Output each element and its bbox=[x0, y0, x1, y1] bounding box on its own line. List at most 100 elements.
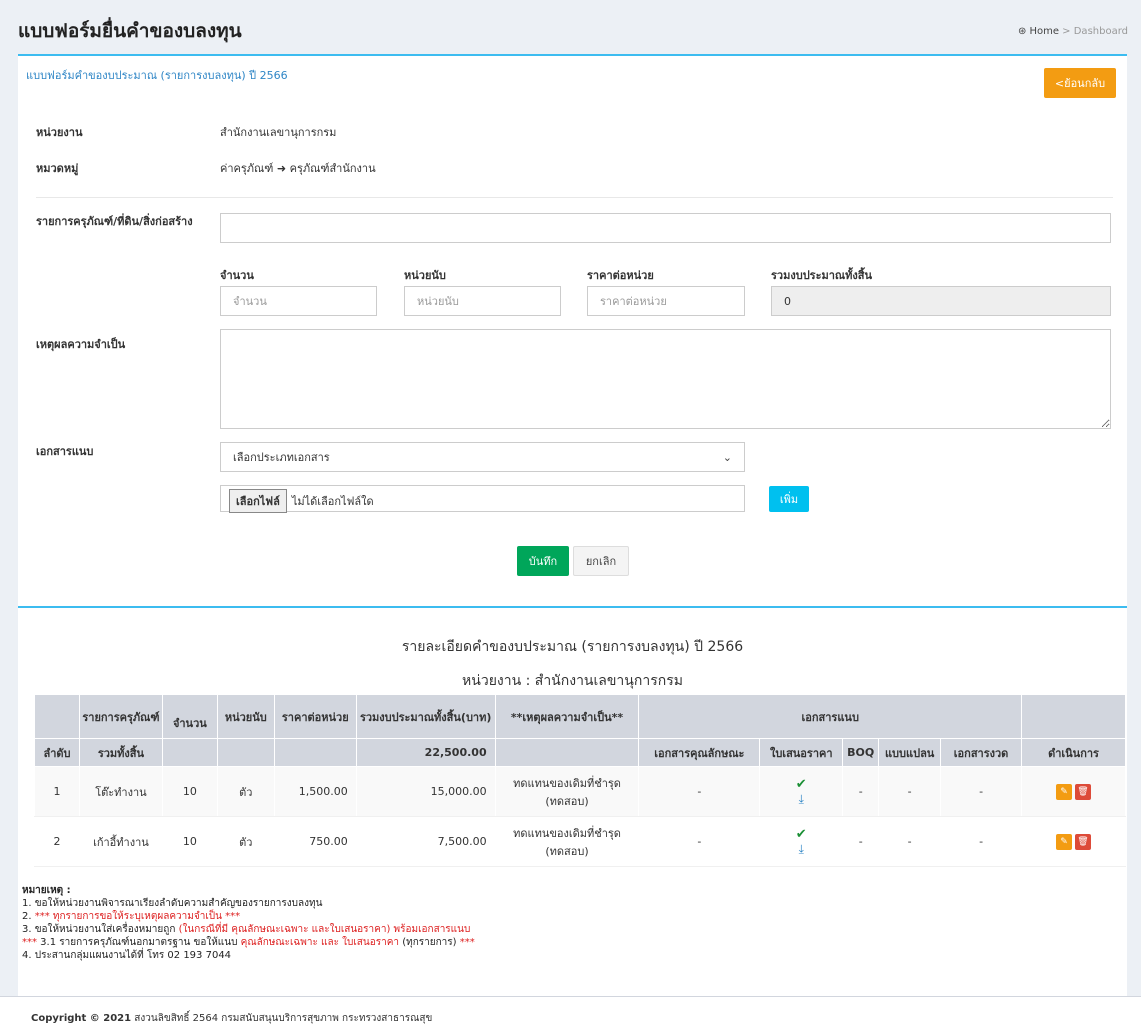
col-quote: ใบเสนอราคา bbox=[759, 738, 844, 767]
budget-table: รายการครุภัณฑ์ จำนวน หน่วยนับ ราคาต่อหน่… bbox=[34, 694, 1126, 867]
note-2-prefix: 2. bbox=[22, 911, 35, 922]
form-box-title: แบบฟอร์มคำของบประมาณ (รายการงบลงทุน) ปี … bbox=[26, 69, 288, 82]
row-qty: 10 bbox=[161, 816, 218, 867]
trash-icon[interactable]: 🗑 bbox=[1075, 783, 1092, 800]
choose-file-button[interactable]: เลือกไฟล์ bbox=[229, 489, 287, 513]
cancel-button[interactable]: ยกเลิก bbox=[573, 546, 629, 576]
row-price: 750.00 bbox=[273, 816, 357, 867]
row-seq: 2 bbox=[34, 816, 80, 867]
note-31-e: *** bbox=[459, 937, 475, 948]
row-quote: ✔ ⤓ bbox=[759, 816, 844, 867]
note-31-b: 3.1 รายการครุภัณฑ์นอกมาตรฐาน ขอให้แนบ bbox=[37, 937, 241, 948]
row-reason: ทดแทนของเดิมที่ชำรุด (ทดสอบ) bbox=[494, 766, 640, 817]
note-31-a: *** bbox=[22, 937, 37, 948]
category-sub: ครุภัณฑ์สำนักงาน bbox=[289, 162, 376, 175]
sum-label: รวมทั้งสิ้น bbox=[78, 738, 163, 767]
col-item: รายการครุภัณฑ์ bbox=[78, 694, 163, 739]
row-installment: - bbox=[940, 766, 1023, 817]
row-boq: - bbox=[842, 816, 880, 867]
table-row: 1 โต๊ะทำงาน 10 ตัว 1,500.00 15,000.00 ทด… bbox=[34, 766, 1126, 817]
file-status: ไม่ได้เลือกไฟล์ใด bbox=[291, 495, 374, 508]
col-seq: ลำดับ bbox=[34, 738, 80, 767]
category-value: ค่าครุภัณฑ์ ➜ ครุภัณฑ์สำนักงาน bbox=[220, 159, 376, 177]
edit-icon[interactable]: ✎ bbox=[1056, 833, 1073, 850]
col-total: รวมงบประมาณทั้งสิ้น(บาท) bbox=[355, 694, 496, 739]
col-qty: จำนวน bbox=[161, 694, 218, 739]
row-actions: ✎ 🗑 bbox=[1021, 766, 1126, 817]
item-label: รายการครุภัณฑ์/ที่ดิน/สิ่งก่อสร้าง bbox=[36, 215, 193, 228]
download-icon[interactable]: ⤓ bbox=[761, 842, 841, 856]
category-label: หมวดหมู่ bbox=[36, 162, 79, 175]
attach-label: เอกสารแนบ bbox=[36, 445, 94, 458]
col-reason: **เหตุผลความจำเป็น** bbox=[494, 694, 640, 739]
col-attach-group: เอกสารแนบ bbox=[638, 694, 1023, 739]
row-actions: ✎ 🗑 bbox=[1021, 816, 1126, 867]
row-reason: ทดแทนของเดิมที่ชำรุด (ทดสอบ) bbox=[494, 816, 640, 867]
arrow-right-icon: ➜ bbox=[276, 162, 287, 175]
check-icon: ✔ bbox=[795, 776, 807, 792]
note-1: 1. ขอให้หน่วยงานพิจารณาเรียงลำดับความสำค… bbox=[22, 898, 323, 909]
col-actions: ดำเนินการ bbox=[1021, 738, 1126, 767]
row-total: 15,000.00 bbox=[355, 766, 496, 817]
row-uom: ตัว bbox=[216, 766, 275, 817]
reason-label: เหตุผลความจำเป็น bbox=[36, 338, 126, 351]
col-plan: แบบแปลน bbox=[878, 738, 942, 767]
note-3-a: 3. ขอให้หน่วยงานใส่เครื่องหมายถูก bbox=[22, 924, 179, 935]
qty-label: จำนวน bbox=[220, 269, 254, 282]
row-seq: 1 bbox=[34, 766, 80, 817]
breadcrumb-home[interactable]: Home bbox=[1029, 26, 1059, 37]
note-3-1: *** 3.1 รายการครุภัณฑ์นอกมาตรฐาน ขอให้แน… bbox=[22, 936, 475, 949]
item-input[interactable] bbox=[220, 213, 1111, 243]
breadcrumb: ⊛ Home > Dashboard bbox=[1018, 26, 1128, 37]
total-label: รวมงบประมาณทั้งสิ้น bbox=[771, 269, 872, 282]
back-button[interactable]: <ย้อนกลับ bbox=[1044, 68, 1116, 98]
form-divider bbox=[36, 197, 1113, 198]
dashboard-icon: ⊛ bbox=[1018, 26, 1027, 37]
row-spec: - bbox=[638, 816, 761, 867]
notes: หมายเหตุ : 1. ขอให้หน่วยงานพิจารณาเรียงล… bbox=[22, 884, 475, 962]
category-main: ค่าครุภัณฑ์ bbox=[220, 162, 274, 175]
price-input[interactable] bbox=[587, 286, 745, 316]
note-31-c: คุณลักษณะเฉพาะ และ ใบเสนอราคา bbox=[240, 937, 400, 948]
uom-input[interactable] bbox=[404, 286, 561, 316]
row-boq: - bbox=[842, 766, 880, 817]
total-input bbox=[771, 286, 1111, 316]
add-file-button[interactable]: เพิ่ม bbox=[769, 486, 809, 512]
request-form-box: แบบฟอร์มคำของบประมาณ (รายการงบลงทุน) ปี … bbox=[18, 54, 1127, 606]
download-icon[interactable]: ⤓ bbox=[761, 792, 841, 806]
trash-icon[interactable]: 🗑 bbox=[1075, 833, 1092, 850]
check-icon: ✔ bbox=[795, 826, 807, 842]
copyright-bold: Copyright © 2021 bbox=[31, 1013, 132, 1024]
note-2: 2. *** ทุกรายการขอให้ระบุเหตุผลความจำเป็… bbox=[22, 910, 475, 923]
report-unit: หน่วยงาน : สำนักงานเลขานุการกรม bbox=[462, 673, 683, 689]
edit-icon[interactable]: ✎ bbox=[1056, 783, 1073, 800]
row-uom: ตัว bbox=[216, 816, 275, 867]
row-installment: - bbox=[940, 816, 1023, 867]
document-type-value: เลือกประเภทเอกสาร bbox=[233, 451, 330, 464]
note-4: 4. ประสานกลุ่มแผนงานได้ที่ โทร 02 193 70… bbox=[22, 950, 232, 961]
row-plan: - bbox=[878, 766, 942, 817]
table-row: 2 เก้าอี้ทำงาน 10 ตัว 750.00 7,500.00 ทด… bbox=[34, 816, 1126, 867]
qty-input[interactable] bbox=[220, 286, 377, 316]
col-price: ราคาต่อหน่วย bbox=[273, 694, 357, 739]
document-type-select[interactable]: เลือกประเภทเอกสาร ⌄ bbox=[220, 442, 745, 472]
col-spec: เอกสารคุณลักษณะ bbox=[638, 738, 761, 767]
page-title: แบบฟอร์มยื่นคำของบลงทุน bbox=[18, 20, 242, 42]
unit-value: สำนักงานเลขานุการกรม bbox=[220, 126, 337, 139]
row-quote: ✔ ⤓ bbox=[759, 766, 844, 817]
file-input[interactable]: เลือกไฟล์ ไม่ได้เลือกไฟล์ใด bbox=[220, 485, 745, 513]
row-price: 1,500.00 bbox=[273, 766, 357, 817]
col-actions-spacer bbox=[1021, 694, 1126, 739]
save-button[interactable]: บันทึก bbox=[517, 546, 569, 576]
note-2-red: *** ทุกรายการขอให้ระบุเหตุผลความจำเป็น *… bbox=[34, 911, 241, 922]
col-uom: หน่วยนับ bbox=[216, 694, 275, 739]
note-3: 3. ขอให้หน่วยงานใส่เครื่องหมายถูก (ในกรณ… bbox=[22, 923, 475, 936]
breadcrumb-current: Dashboard bbox=[1073, 26, 1128, 37]
sum-value: 22,500.00 bbox=[355, 738, 496, 767]
page-header: แบบฟอร์มยื่นคำของบลงทุน ⊛ Home > Dashboar… bbox=[0, 0, 1141, 50]
footer: Copyright © 2021 สงวนลิขสิทธิ์ 2564 กรมส… bbox=[0, 996, 1141, 1036]
report-box: รายละเอียดคำของบประมาณ (รายการงบลงทุน) ป… bbox=[18, 606, 1127, 996]
row-total: 7,500.00 bbox=[355, 816, 496, 867]
reason-textarea[interactable] bbox=[220, 329, 1111, 429]
price-label: ราคาต่อหน่วย bbox=[587, 269, 654, 282]
